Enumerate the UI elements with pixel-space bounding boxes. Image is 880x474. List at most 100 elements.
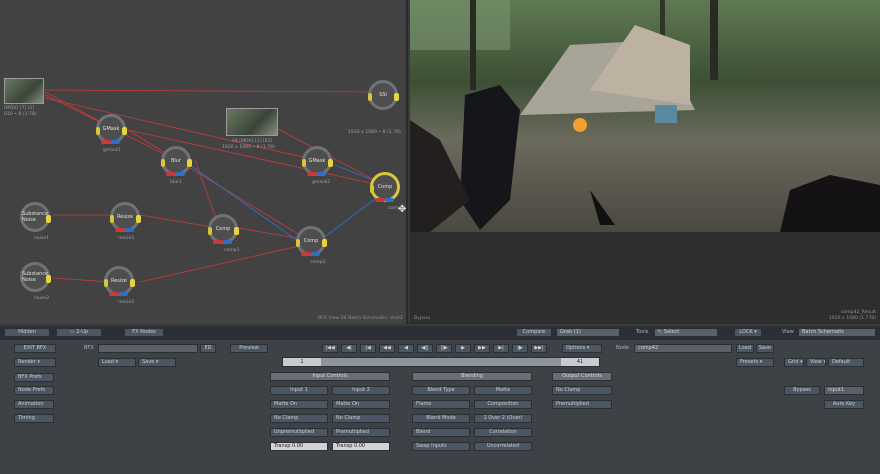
comp-node[interactable]: Comp [296,226,327,256]
output-clamp-button[interactable]: No Clamp [552,386,612,395]
comp-node-selected[interactable]: Comp [370,172,400,202]
prev-cut-button[interactable]: |◀ [360,344,376,353]
prev-key-button[interactable]: ◀| [341,344,357,353]
input1-clamp-button[interactable]: No Clamp [270,414,328,423]
comp-node[interactable]: Comp [208,214,239,244]
resize-node[interactable]: Resize [104,266,135,296]
options-button[interactable]: Options ▾ [562,344,602,353]
tool-select-field[interactable]: ↖ Select [654,328,718,337]
auto-key-button[interactable]: Auto Key [824,400,864,409]
node-save-button[interactable]: Save [756,344,774,353]
gmask-node[interactable]: GMask [96,114,127,144]
lock-button[interactable]: LOCK ▾ [734,328,762,337]
node-label: Substance Noise [21,211,49,223]
play-button[interactable]: ▶ [455,344,471,353]
step-forward-button[interactable]: ||▶ [436,344,452,353]
input1-premult-button[interactable]: Unpremultiplied [270,428,328,437]
blend-mode-button[interactable]: 1 Over 2 (Over) [474,414,532,423]
presets-label: Presets [740,359,759,365]
layout-button[interactable]: ▭ 2-Up [56,328,102,337]
compare-button[interactable]: Compare [516,328,552,337]
node-label: Blur [170,158,182,164]
clip-thumbnail[interactable] [226,108,278,136]
preview-button[interactable]: Preview [230,344,268,353]
correlation-button[interactable]: Uncorrelated [474,442,532,451]
matte-mode-button[interactable]: Composition [474,400,532,409]
output-node[interactable]: SSI [368,80,399,110]
input2-clamp-button[interactable]: No Clamp [332,414,390,423]
hidden-button[interactable]: Hidden [4,328,50,337]
node-caption: gmask2 [312,180,331,185]
next-cut-button[interactable]: ▶| [493,344,509,353]
load-label: Load [102,359,114,365]
goto-end-button[interactable]: ▶▶| [531,344,547,353]
blend-type-button[interactable]: Flame [412,400,470,409]
node-load-button[interactable]: Load [736,344,754,353]
frame-start-field[interactable]: 1 [283,358,321,366]
input2-transp-field[interactable]: Transp 0.00 [332,442,390,451]
input1-transp-field[interactable]: Transp 0.00 [270,442,328,451]
goto-start-button[interactable]: |◀◀ [322,344,338,353]
bfx-name-field[interactable] [98,344,198,353]
fx-nodes-button[interactable]: FX Nodes [124,328,164,337]
play-backward-button[interactable]: ◀ [398,344,414,353]
tools-label: Tools [636,329,649,335]
clip-name: 04 [MOV] [1] [61] [232,139,273,144]
blend-button[interactable]: Blend [412,428,470,437]
node-label: GMask [102,126,120,132]
step-back-button[interactable]: ◀|| [417,344,433,353]
swap-inputs-button[interactable]: Swap Inputs [412,442,470,451]
grid-button[interactable]: Grid ▾ [784,358,804,367]
presets-button[interactable]: Presets ▾ [736,358,774,367]
rewind-button[interactable]: ◀◀ [379,344,395,353]
view-mode-button[interactable]: View ▾ [806,358,826,367]
load-setup-button[interactable]: Load ▾ [98,358,136,367]
dropdown-arrow-icon: ▾ [823,359,826,365]
node-caption: comp2 [310,260,326,265]
gmask-node[interactable]: GMask [302,146,333,176]
image-viewer[interactable]: Bypass comp42_Result 1920 x 1080 (1.778) [410,0,880,324]
input-field[interactable]: input1 [824,386,864,395]
timing-button[interactable]: Timing [14,414,54,423]
save-label: Save [142,359,155,365]
node-name-field[interactable]: comp42 [634,344,732,353]
input1-matte-button[interactable]: Matte On [270,400,328,409]
view-select-field[interactable]: Batch Schematic [798,328,876,337]
node-caption: gmask1 [103,148,122,153]
clip-info: 010 • 8 (1.78) [4,112,37,117]
view-mode-label: View [810,359,822,365]
output-premult-button[interactable]: Premultiplied [552,400,612,409]
frame-end-field[interactable]: 41 [561,358,599,366]
exit-bfx-button[interactable]: EXIT BFX [14,344,56,353]
output-controls-header: Output Controls [552,372,612,381]
compare-value-field[interactable]: Grab (1) [556,328,620,337]
correlation-header: Correlation [474,428,532,437]
save-setup-button[interactable]: Save ▾ [138,358,176,367]
input-controls-header: Input Controls [270,372,390,381]
input2-matte-button[interactable]: Matte On [332,400,390,409]
dropdown-arrow-icon: ▾ [800,359,803,365]
default-button[interactable]: Default [828,358,864,367]
substance-noise-node[interactable]: Substance Noise [20,262,51,292]
bypass-button[interactable]: Bypass [784,386,820,395]
render-button[interactable]: Render ▾ [14,358,56,367]
batch-schematic-panel[interactable]: [MOV] [7] [1] 010 • 8 (1.78) 04 [MOV] [1… [0,0,408,324]
clip-thumbnail[interactable] [4,78,44,104]
input2-premult-button[interactable]: Premultiplied [332,428,390,437]
tool-select-label: Select [663,329,680,335]
video-frame [410,0,880,232]
blur-node[interactable]: Blur [161,146,192,176]
next-key-button[interactable]: |▶ [512,344,528,353]
resize-node[interactable]: Resize [110,202,141,232]
move-cursor-icon: ✥ [398,204,407,215]
node-prefs-button[interactable]: Node Prefs [14,386,54,395]
ed-button[interactable]: ED [200,344,216,353]
substance-noise-node[interactable]: Substance Noise [20,202,51,232]
render-label: Render [18,359,36,365]
fast-forward-button[interactable]: ▶▶ [474,344,490,353]
clip-info: 1920 x 1080 • 8 (1.78) [222,145,275,150]
animation-button[interactable]: Animation [14,400,54,409]
timeline-scrubber[interactable]: 1 41 [282,357,600,367]
bfx-prefs-button[interactable]: BFX Prefs [14,373,54,382]
node-caption: noise1 [34,236,50,241]
